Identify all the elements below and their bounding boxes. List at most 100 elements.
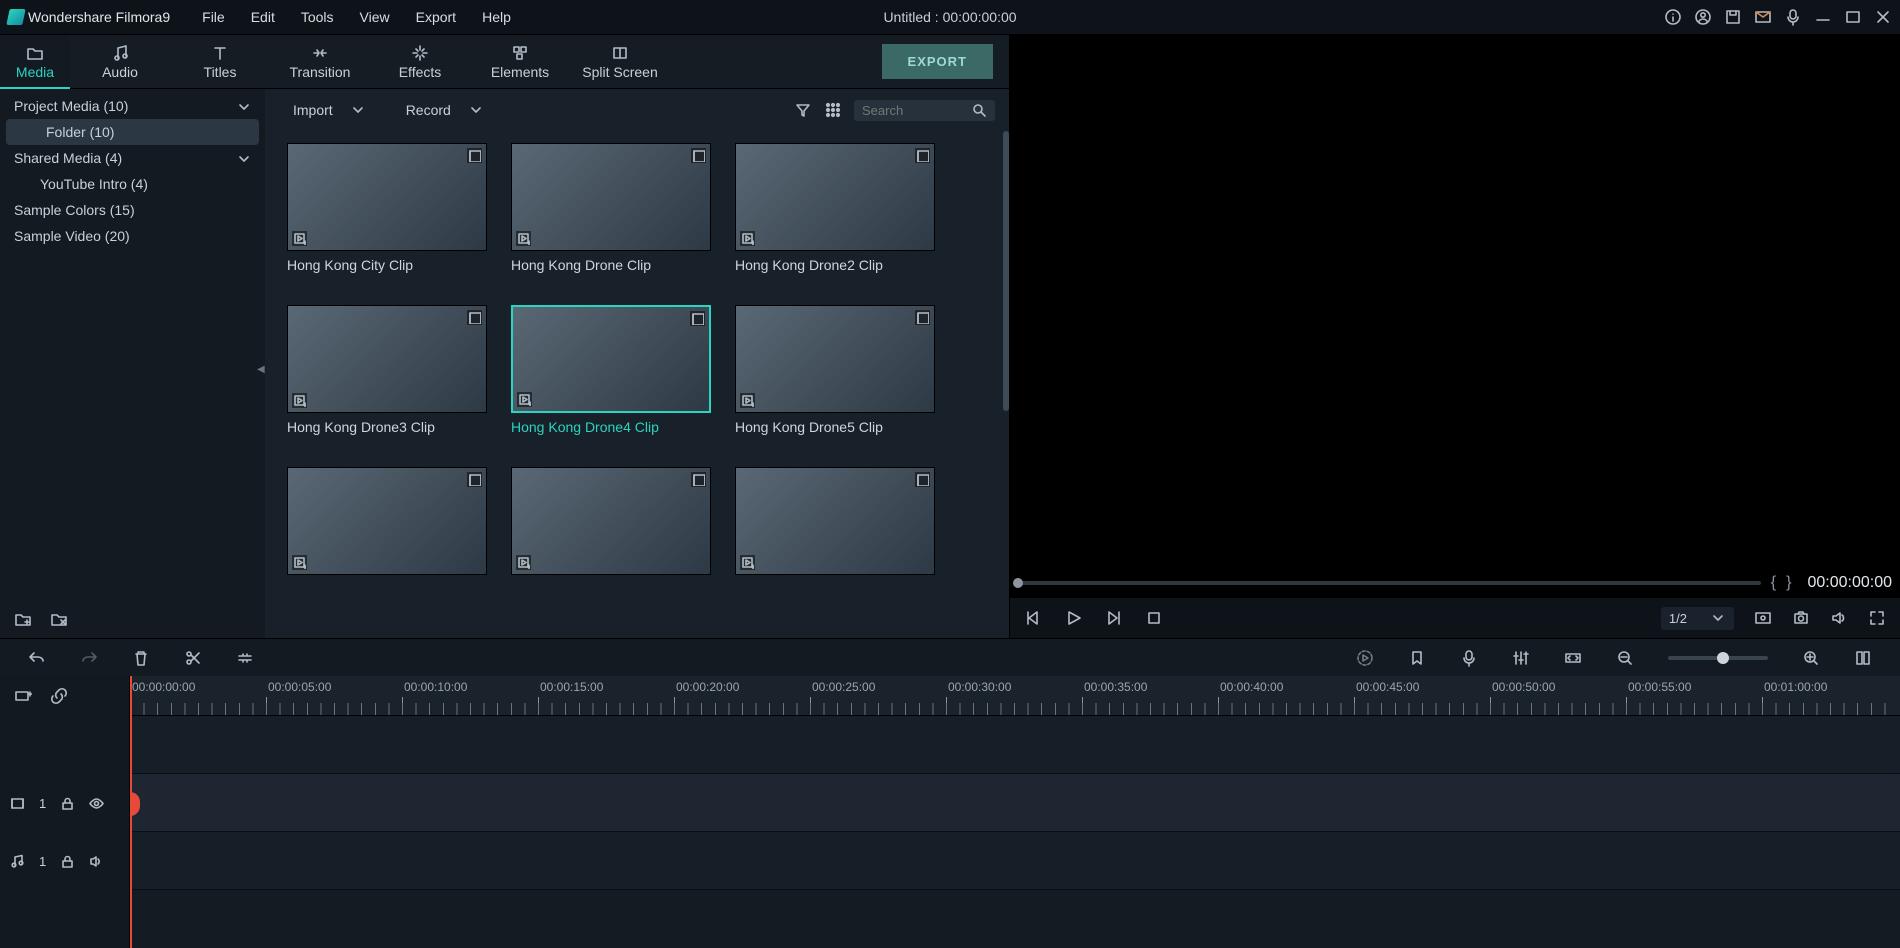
undo-icon[interactable] xyxy=(28,649,46,667)
media-clip[interactable] xyxy=(735,467,935,581)
media-clip[interactable]: Hong Kong Drone5 Clip xyxy=(735,305,935,435)
filmstrip-icon xyxy=(690,311,705,326)
timeline-options-icon[interactable] xyxy=(1854,649,1872,667)
snapshot-icon[interactable] xyxy=(1792,609,1810,627)
add-to-timeline-icon[interactable] xyxy=(516,231,531,246)
tab-media[interactable]: Media xyxy=(0,35,70,89)
add-track-icon[interactable] xyxy=(14,687,32,705)
tab-titles[interactable]: Titles xyxy=(170,35,270,89)
voiceover-icon[interactable] xyxy=(1460,649,1478,667)
link-icon[interactable] xyxy=(50,687,68,705)
record-dropdown[interactable]: Record xyxy=(392,96,498,124)
add-to-timeline-icon[interactable] xyxy=(740,393,755,408)
speaker-icon[interactable] xyxy=(89,854,104,869)
sidebar-item-shared-media[interactable]: Shared Media (4) xyxy=(0,145,265,171)
grid-view-icon[interactable] xyxy=(824,101,842,119)
fit-icon[interactable] xyxy=(1564,649,1582,667)
media-clip[interactable]: Hong Kong Drone3 Clip xyxy=(287,305,487,435)
menu-help[interactable]: Help xyxy=(470,3,523,31)
video-track-header[interactable]: 1 xyxy=(0,774,129,832)
timeline-ruler[interactable]: 00:00:00:0000:00:05:0000:00:10:0000:00:1… xyxy=(130,676,1900,716)
save-icon[interactable] xyxy=(1724,8,1742,26)
tab-effects[interactable]: Effects xyxy=(370,35,470,89)
zoom-in-icon[interactable] xyxy=(1802,649,1820,667)
preview-scale[interactable]: 1/2 xyxy=(1661,607,1734,630)
volume-icon[interactable] xyxy=(1830,609,1848,627)
add-to-timeline-icon[interactable] xyxy=(517,392,532,407)
search-box[interactable] xyxy=(854,100,995,121)
add-to-timeline-icon[interactable] xyxy=(516,555,531,570)
menu-export[interactable]: Export xyxy=(404,3,468,31)
timeline-body[interactable]: 00:00:00:0000:00:05:0000:00:10:0000:00:1… xyxy=(130,676,1900,948)
media-clip[interactable] xyxy=(511,467,711,581)
prev-frame-icon[interactable] xyxy=(1024,608,1044,628)
menu-view[interactable]: View xyxy=(348,3,402,31)
maximize-icon[interactable] xyxy=(1844,8,1862,26)
redo-icon[interactable] xyxy=(80,649,98,667)
timeline-video-track[interactable] xyxy=(130,774,1900,832)
preview-scrubber[interactable] xyxy=(1018,581,1761,585)
import-dropdown[interactable]: Import xyxy=(279,96,380,124)
media-clip[interactable]: Hong Kong Drone Clip xyxy=(511,143,711,273)
play-icon[interactable] xyxy=(1064,608,1084,628)
split-icon[interactable] xyxy=(184,649,202,667)
tab-audio[interactable]: Audio xyxy=(70,35,170,89)
sidebar-item-folder[interactable]: Folder (10) xyxy=(6,119,259,145)
lock-icon[interactable] xyxy=(60,796,75,811)
clip-thumbnail xyxy=(287,143,487,251)
audio-track-header[interactable]: 1 xyxy=(0,832,129,890)
zoom-out-icon[interactable] xyxy=(1616,649,1634,667)
preview-viewport[interactable] xyxy=(1010,35,1900,568)
zoom-slider[interactable] xyxy=(1668,656,1768,660)
sidebar-item-project-media[interactable]: Project Media (10) xyxy=(0,93,265,119)
add-to-timeline-icon[interactable] xyxy=(740,231,755,246)
sidebar-item-sample-colors[interactable]: Sample Colors (15) xyxy=(0,197,265,223)
media-clip[interactable]: Hong Kong Drone2 Clip xyxy=(735,143,935,273)
media-clip[interactable]: Hong Kong City Clip xyxy=(287,143,487,273)
media-clip[interactable]: Hong Kong Drone4 Clip xyxy=(511,305,711,435)
lock-icon[interactable] xyxy=(60,854,75,869)
add-to-timeline-icon[interactable] xyxy=(740,555,755,570)
mark-out-icon[interactable]: } xyxy=(1786,574,1791,592)
tab-elements[interactable]: Elements xyxy=(470,35,570,89)
add-to-timeline-icon[interactable] xyxy=(292,555,307,570)
message-icon[interactable] xyxy=(1754,8,1772,26)
menu-file[interactable]: File xyxy=(190,3,237,31)
add-to-timeline-icon[interactable] xyxy=(292,393,307,408)
main-menu: File Edit Tools View Export Help xyxy=(190,3,523,31)
next-frame-icon[interactable] xyxy=(1104,608,1124,628)
delete-icon[interactable] xyxy=(132,649,150,667)
collapse-handle-icon[interactable]: ◀ xyxy=(257,364,265,375)
info-icon[interactable] xyxy=(1664,8,1682,26)
menu-edit[interactable]: Edit xyxy=(239,3,287,31)
search-input[interactable] xyxy=(862,103,972,118)
quality-icon[interactable] xyxy=(1754,609,1772,627)
account-icon[interactable] xyxy=(1694,8,1712,26)
sidebar-item-sample-video[interactable]: Sample Video (20) xyxy=(0,223,265,249)
render-icon[interactable] xyxy=(1356,649,1374,667)
playhead[interactable] xyxy=(130,676,132,948)
export-button[interactable]: EXPORT xyxy=(882,44,993,79)
tab-transition[interactable]: Transition xyxy=(270,35,370,89)
minimize-icon[interactable] xyxy=(1814,8,1832,26)
timeline-track-spacer[interactable] xyxy=(130,716,1900,774)
close-icon[interactable] xyxy=(1874,8,1892,26)
delete-folder-icon[interactable] xyxy=(50,610,68,628)
timeline-audio-track[interactable] xyxy=(130,832,1900,890)
new-folder-icon[interactable] xyxy=(14,610,32,628)
stop-icon[interactable] xyxy=(1144,608,1164,628)
crop-icon[interactable] xyxy=(236,649,254,667)
filter-icon[interactable] xyxy=(794,101,812,119)
media-scrollbar[interactable] xyxy=(1003,131,1009,411)
sidebar-item-youtube-intro[interactable]: YouTube Intro (4) xyxy=(0,171,265,197)
marker-icon[interactable] xyxy=(1408,649,1426,667)
audio-mixer-icon[interactable] xyxy=(1512,649,1530,667)
eye-icon[interactable] xyxy=(89,796,104,811)
menu-tools[interactable]: Tools xyxy=(289,3,346,31)
mark-in-icon[interactable]: { xyxy=(1771,574,1776,592)
media-clip[interactable] xyxy=(287,467,487,581)
fullscreen-icon[interactable] xyxy=(1868,609,1886,627)
mic-icon[interactable] xyxy=(1784,8,1802,26)
add-to-timeline-icon[interactable] xyxy=(292,231,307,246)
tab-splitscreen[interactable]: Split Screen xyxy=(570,35,670,89)
